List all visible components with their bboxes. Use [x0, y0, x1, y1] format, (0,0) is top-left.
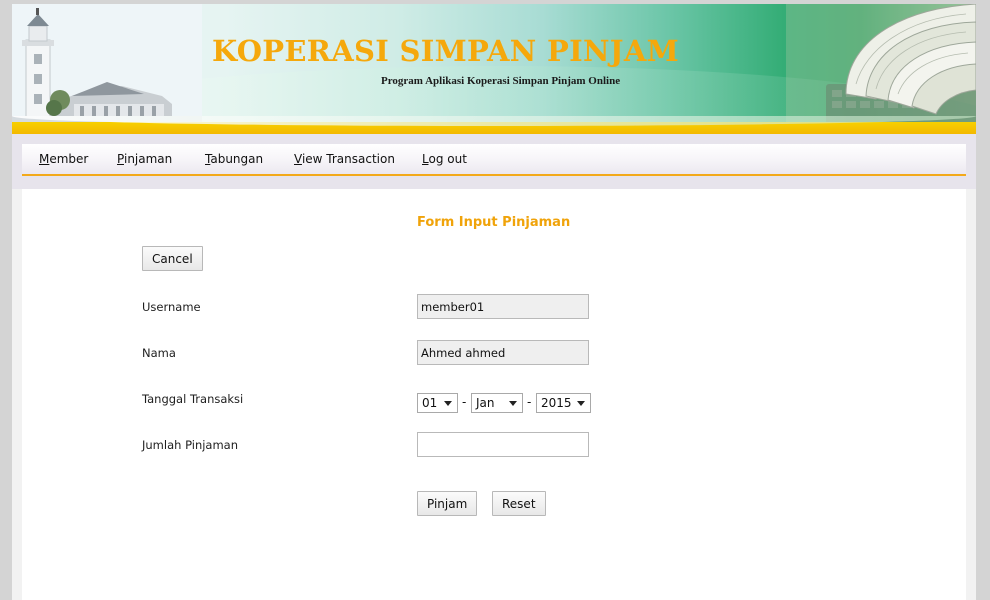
- chevron-down-icon: [509, 401, 517, 406]
- page: KOPERASI SIMPAN PINJAM Program Aplikasi …: [12, 4, 976, 600]
- nav-item-log-out-label: og out: [428, 152, 467, 166]
- nav-item-view-transaction[interactable]: View Transaction: [294, 152, 395, 166]
- nama-field[interactable]: [417, 340, 589, 365]
- newspaper-stack-illustration: [786, 4, 976, 132]
- nav-item-view-transaction-accesskey: V: [294, 152, 302, 166]
- nav-item-pinjaman-accesskey: P: [117, 152, 124, 166]
- cancel-button[interactable]: Cancel: [142, 246, 203, 271]
- nav-item-pinjaman-label: injaman: [123, 152, 173, 166]
- nav-item-view-transaction-label: iew Transaction: [301, 152, 395, 166]
- reset-button[interactable]: Reset: [492, 491, 546, 516]
- content-area: Form Input Pinjaman Cancel Username Nama…: [22, 189, 966, 600]
- nav-wrapper: Member Pinjaman Tabungan View Transactio…: [12, 134, 976, 189]
- chevron-down-icon: [444, 401, 452, 406]
- chevron-down-icon: [577, 401, 585, 406]
- year-select[interactable]: 2015: [536, 393, 591, 413]
- tanggal-transaksi-label: Tanggal Transaksi: [142, 392, 244, 406]
- nav-item-tabungan-label: abungan: [210, 152, 264, 166]
- date-separator: -: [462, 395, 467, 409]
- month-select-value: Jan: [476, 396, 495, 410]
- nav-item-log-out[interactable]: Log out: [422, 152, 467, 166]
- nav-item-tabungan[interactable]: Tabungan: [205, 152, 263, 166]
- nav-item-member-label: ember: [49, 152, 89, 166]
- main-nav: Member Pinjaman Tabungan View Transactio…: [22, 144, 966, 176]
- site-subtitle: Program Aplikasi Koperasi Simpan Pinjam …: [381, 75, 621, 87]
- day-select-value: 01: [422, 396, 438, 410]
- nama-label: Nama: [142, 346, 176, 360]
- form-title: Form Input Pinjaman: [417, 215, 571, 230]
- jumlah-pinjaman-label: Jumlah Pinjaman: [142, 438, 239, 452]
- nav-item-member[interactable]: Member: [39, 152, 88, 166]
- nav-item-pinjaman[interactable]: Pinjaman: [117, 152, 172, 166]
- site-title: KOPERASI SIMPAN PINJAM: [212, 34, 680, 68]
- username-label: Username: [142, 300, 201, 314]
- username-field[interactable]: [417, 294, 589, 319]
- day-select[interactable]: 01: [417, 393, 458, 413]
- year-select-value: 2015: [541, 396, 572, 410]
- jumlah-pinjaman-input[interactable]: [417, 432, 589, 457]
- month-select[interactable]: Jan: [471, 393, 523, 413]
- date-separator: -: [527, 395, 532, 409]
- pinjam-button[interactable]: Pinjam: [417, 491, 478, 516]
- banner-gold-band: [12, 116, 976, 134]
- header-banner: KOPERASI SIMPAN PINJAM Program Aplikasi …: [12, 4, 976, 134]
- nav-item-member-accesskey: M: [39, 152, 50, 166]
- mosque-tower-illustration: [12, 4, 202, 132]
